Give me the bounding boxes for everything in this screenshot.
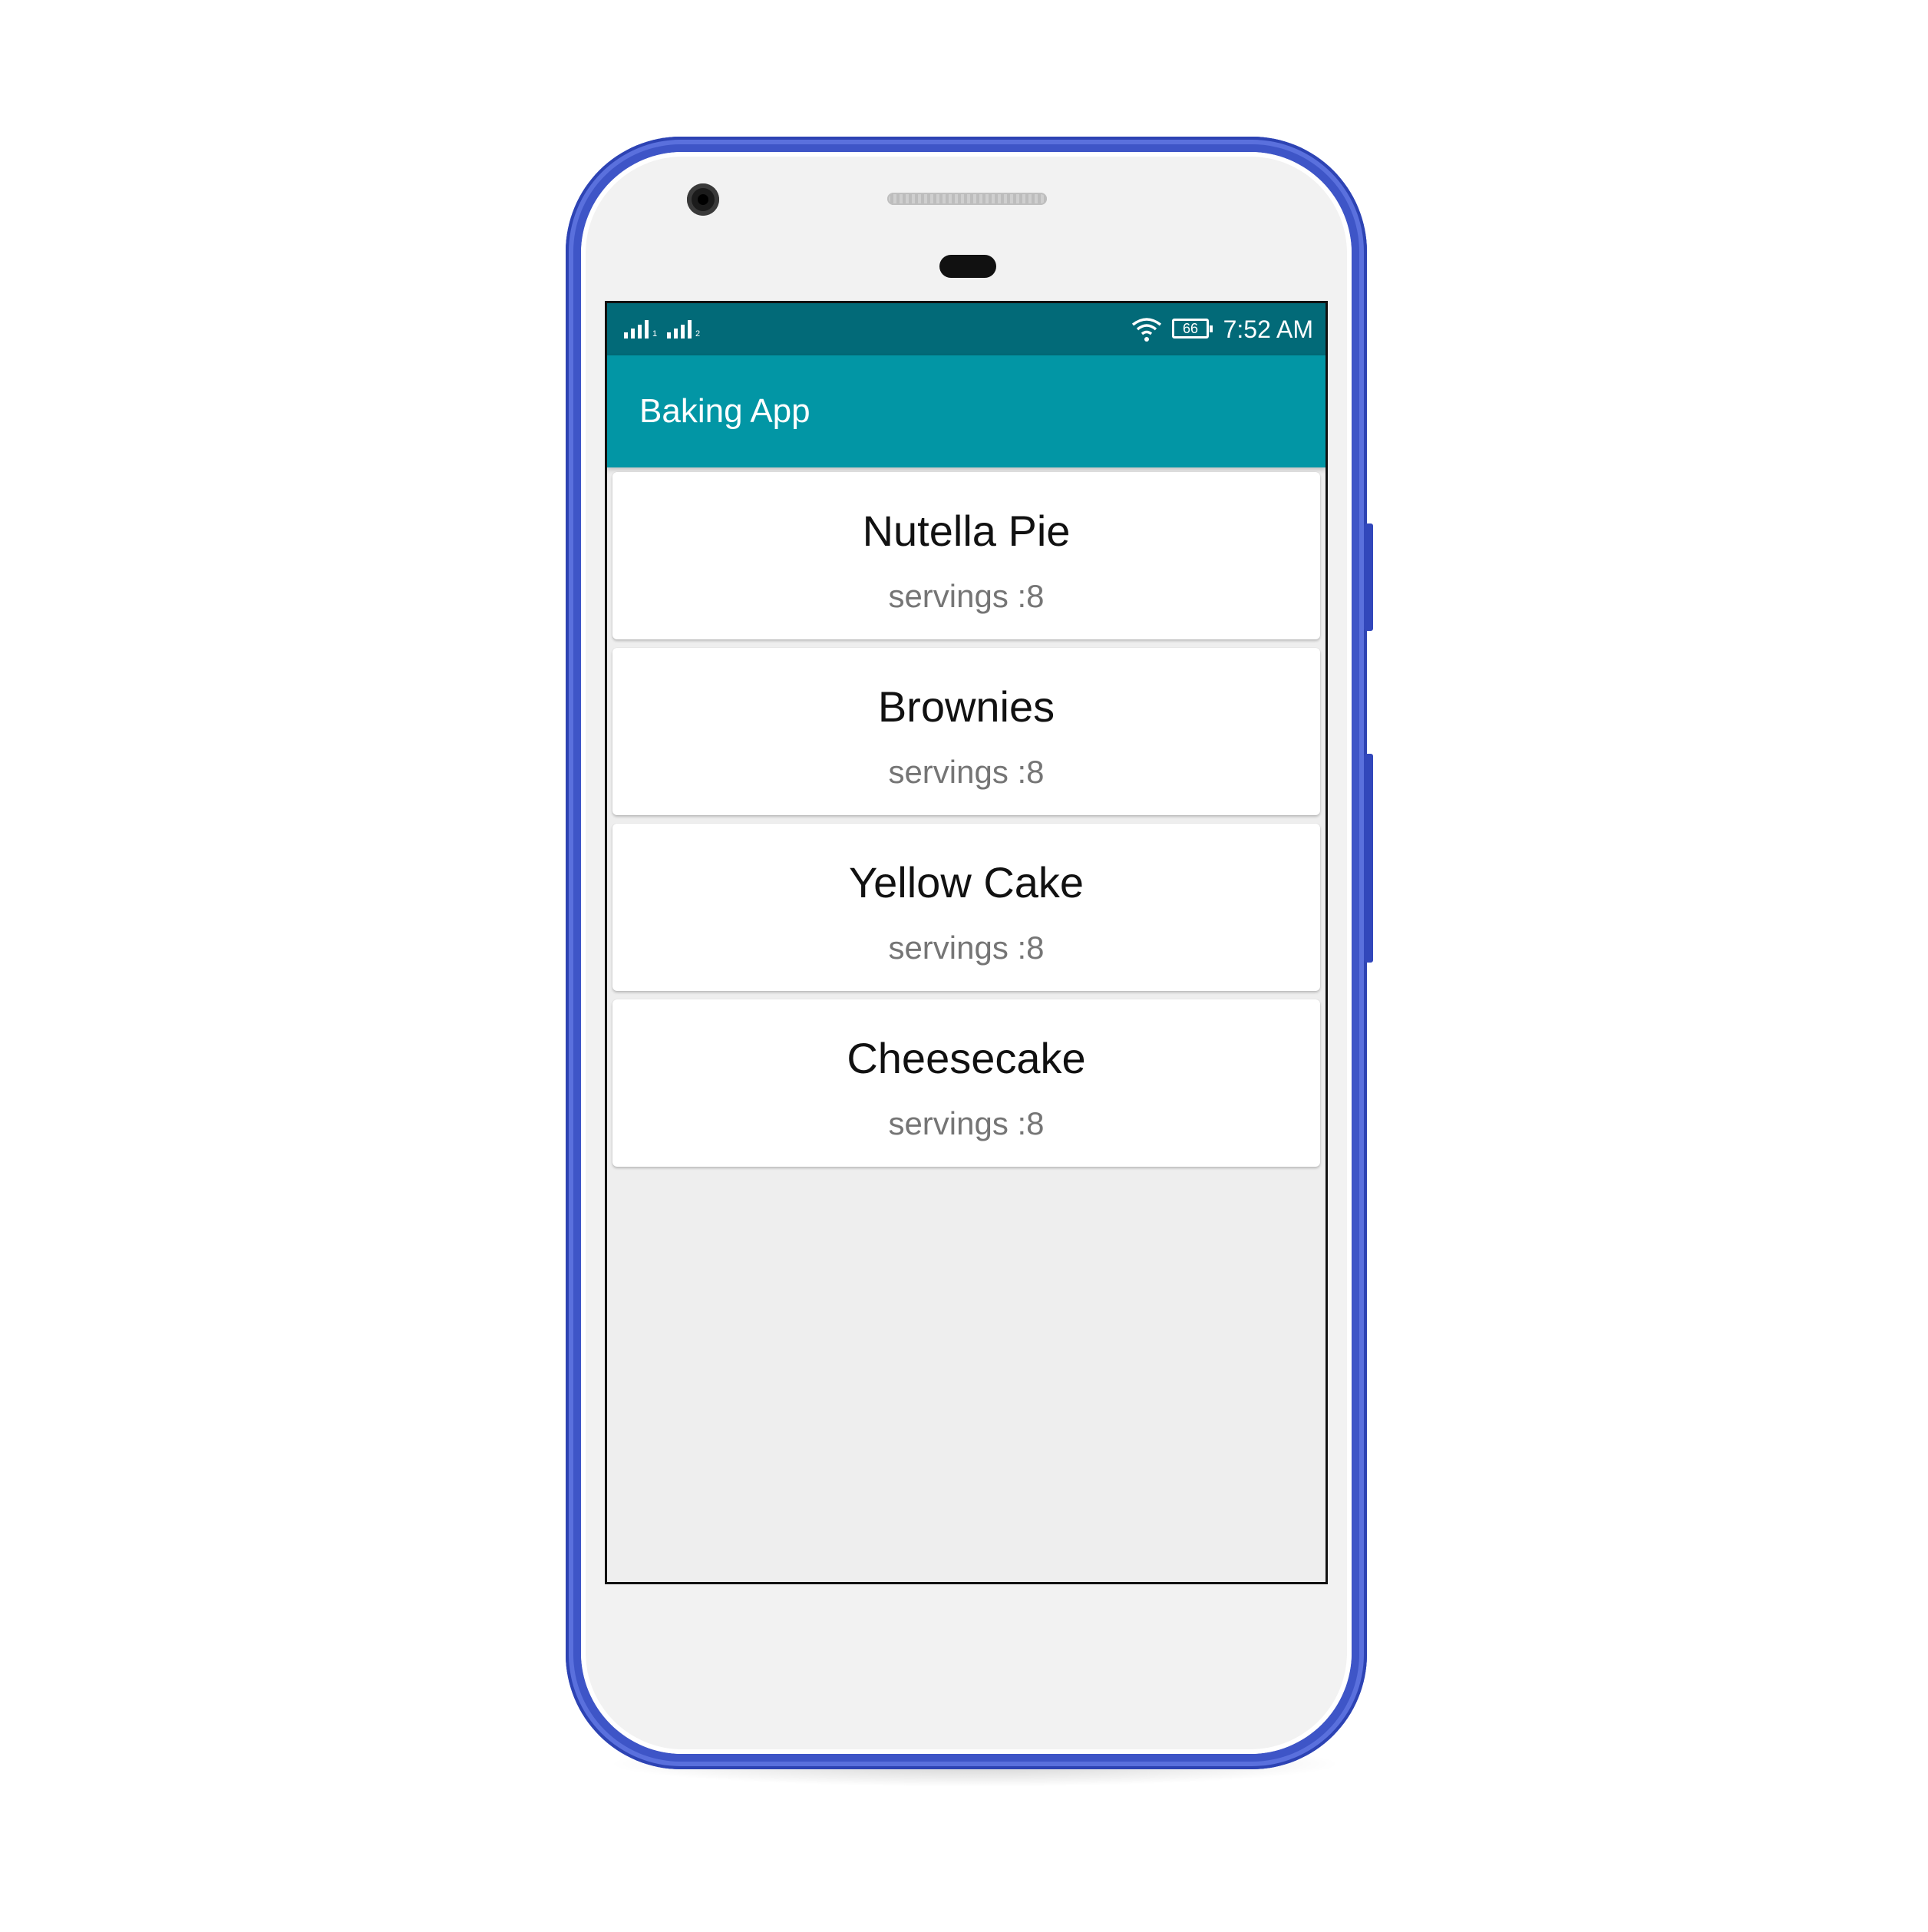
battery-icon: 66 — [1172, 319, 1213, 339]
signal-1-label: 1 — [652, 329, 658, 339]
wifi-icon — [1131, 318, 1162, 342]
signal-2-icon: 2 — [667, 320, 700, 339]
recipe-name: Nutella Pie — [862, 507, 1071, 555]
power-button — [1364, 523, 1373, 631]
recipe-list: Nutella Pie servings :8 Brownies serving… — [612, 472, 1320, 1175]
earpiece — [939, 255, 996, 278]
app-toolbar: Baking App — [607, 355, 1326, 467]
signal-1-icon: 1 — [624, 320, 657, 339]
speaker-grille — [887, 193, 1047, 205]
recipe-servings: servings :8 — [888, 930, 1045, 966]
app-title: Baking App — [639, 392, 810, 430]
recipe-servings: servings :8 — [888, 1105, 1045, 1141]
recipe-servings: servings :8 — [888, 578, 1045, 614]
status-time: 7:52 AM — [1223, 315, 1313, 343]
phone-screen: 1 2 66 7:52 AM Baking App Nutella Pie se… — [605, 301, 1328, 1584]
recipe-servings: servings :8 — [888, 754, 1045, 790]
front-camera-icon — [687, 183, 719, 216]
recipe-card-nutella-pie[interactable]: Nutella Pie servings :8 — [612, 472, 1320, 639]
recipe-card-brownies[interactable]: Brownies servings :8 — [612, 648, 1320, 815]
status-bar: 1 2 66 7:52 AM — [607, 303, 1326, 355]
recipe-name: Cheesecake — [847, 1034, 1086, 1082]
recipe-card-cheesecake[interactable]: Cheesecake servings :8 — [612, 999, 1320, 1167]
recipe-name: Yellow Cake — [848, 858, 1084, 907]
recipe-name: Brownies — [877, 682, 1055, 731]
signal-2-label: 2 — [695, 329, 701, 339]
volume-button — [1364, 754, 1373, 963]
recipe-card-yellow-cake[interactable]: Yellow Cake servings :8 — [612, 824, 1320, 991]
